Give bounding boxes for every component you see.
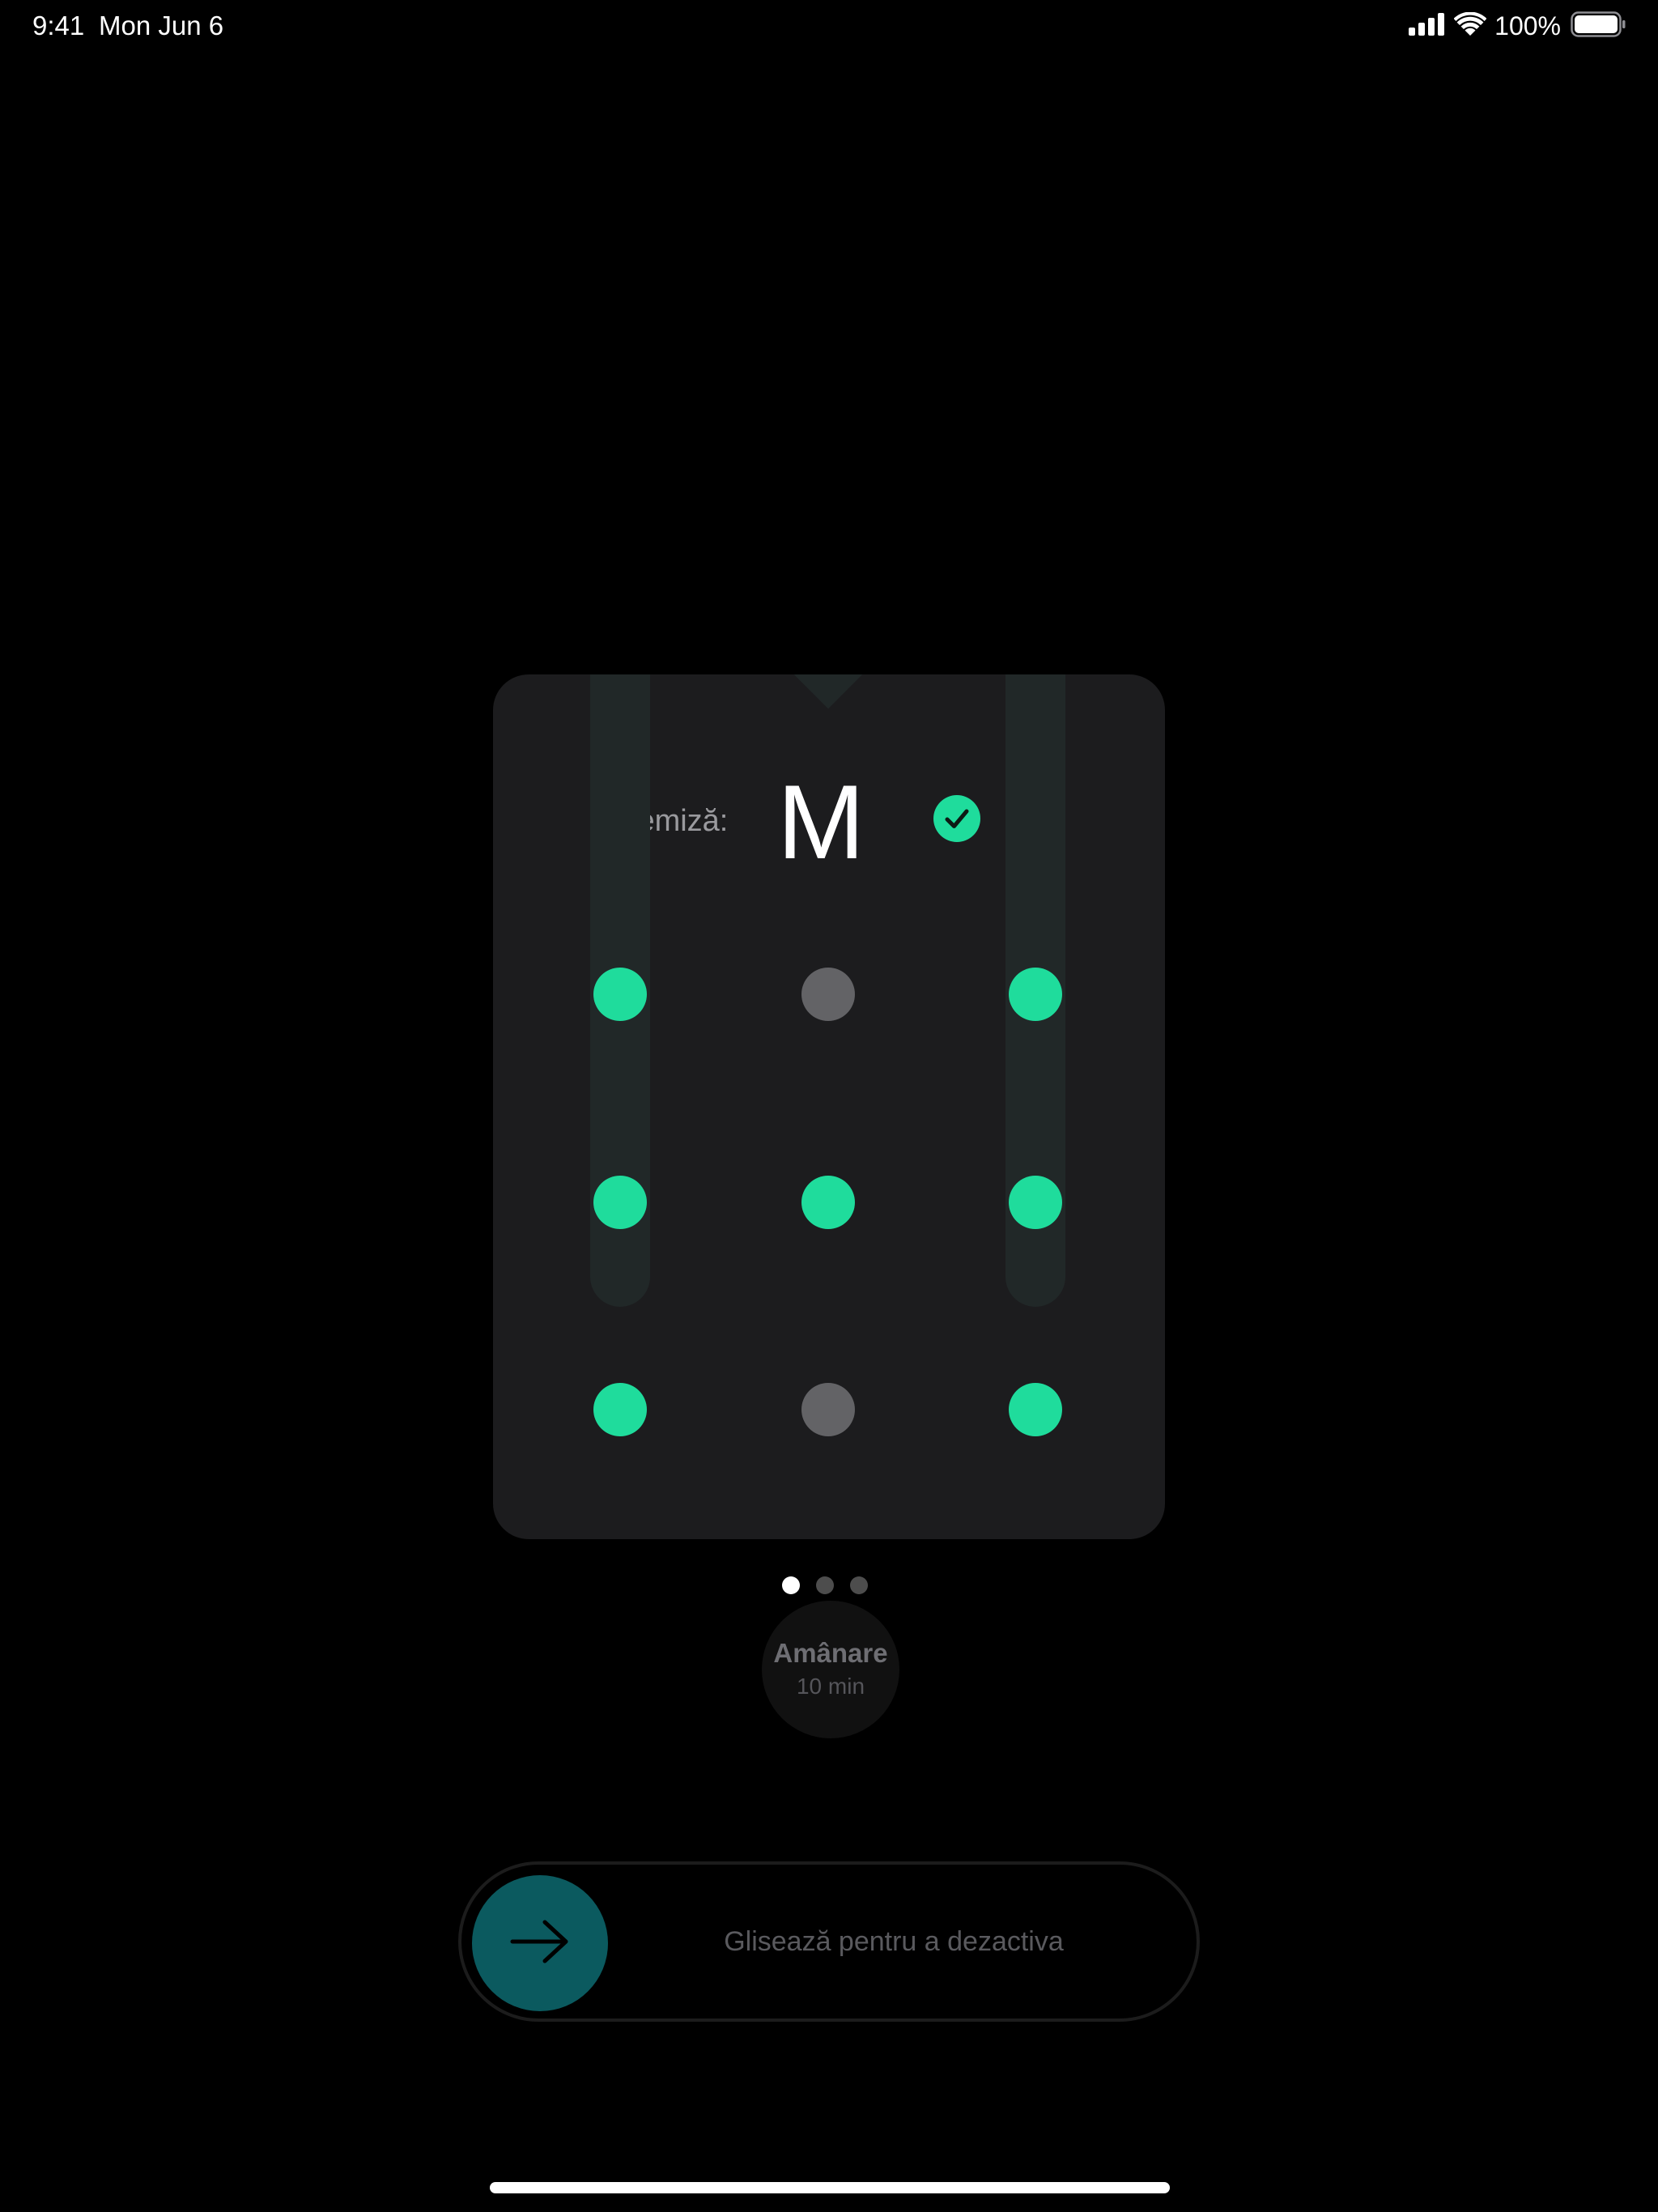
pattern-node-2-2[interactable] [1009,1383,1062,1436]
page-dot-1[interactable] [782,1576,800,1594]
pattern-node-2-1[interactable] [801,1383,855,1436]
pattern-node-1-0[interactable] [593,1176,647,1229]
battery-percent: 100% [1494,11,1561,40]
status-indicators: 100% [1409,10,1626,42]
pattern-node-1-1[interactable] [801,1176,855,1229]
status-time: 9:41 [32,11,85,40]
pattern-node-1-2[interactable] [1009,1176,1062,1229]
page-dot-2[interactable] [816,1576,834,1594]
slider-knob[interactable] [472,1875,608,2011]
status-bar: 9:41 Mon Jun 6 100% [0,0,1658,52]
pattern-node-0-0[interactable] [593,968,647,1021]
wifi-icon [1453,11,1487,40]
page-dot-3[interactable] [850,1576,868,1594]
battery-icon [1571,11,1626,41]
arrow-right-icon [509,1919,571,1968]
cellular-signal-icon [1409,12,1446,40]
home-indicator[interactable] [490,2182,1170,2193]
status-date: Mon Jun 6 [99,11,224,40]
snooze-title: Amânare [773,1638,888,1668]
snooze-duration: 10 min [796,1674,865,1699]
pattern-node-0-2[interactable] [1009,968,1062,1021]
pattern-node-0-1[interactable] [801,968,855,1021]
snooze-button[interactable]: Amânare 10 min [762,1601,899,1738]
unlock-pattern[interactable] [493,674,1165,1539]
pattern-node-2-0[interactable] [593,1383,647,1436]
slide-to-dismiss[interactable]: Glisează pentru a dezactiva [458,1861,1200,2022]
slider-label: Glisează pentru a dezactiva [724,1926,1064,1957]
page-indicator [782,1576,868,1594]
